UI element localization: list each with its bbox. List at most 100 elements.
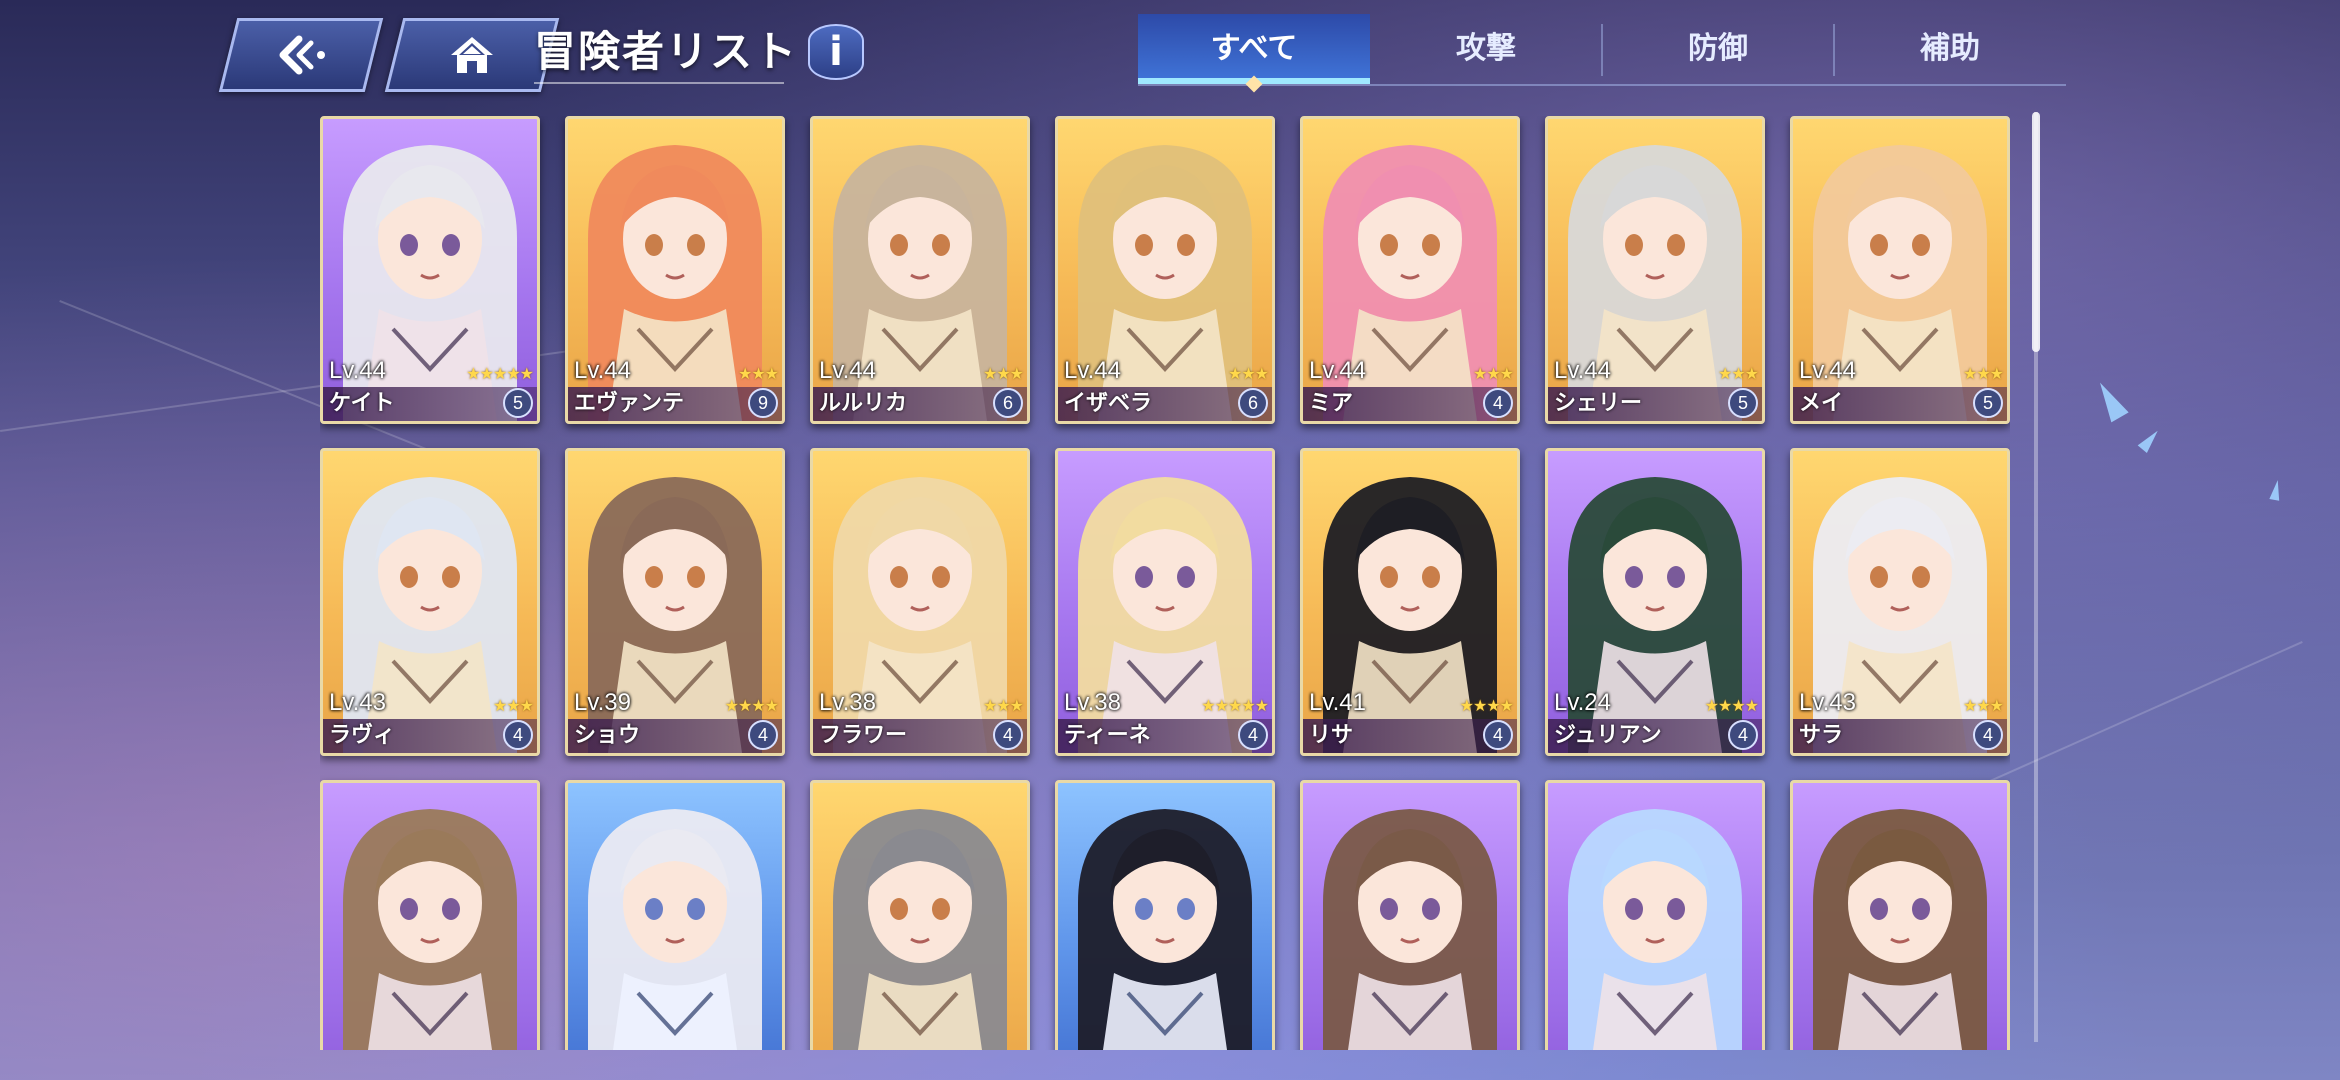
rank-badge: 6 <box>1238 388 1268 418</box>
level-label: Lv.38 <box>819 689 876 716</box>
rank-badge: 5 <box>503 388 533 418</box>
character-portrait <box>1568 809 1742 1050</box>
home-icon <box>451 37 493 73</box>
adventurer-name: シェリー <box>1554 391 1643 416</box>
adventurer-name: ルルリカ <box>819 391 908 416</box>
back-button[interactable] <box>218 18 384 92</box>
adventurer-name: リサ <box>1309 723 1354 748</box>
adventurer-name: ミア <box>1309 391 1354 416</box>
level-label: Lv.41 <box>1309 689 1366 716</box>
rank-badge: 5 <box>1973 388 2003 418</box>
page-title: 冒険者リスト <box>534 27 799 76</box>
active-tab-indicator <box>1245 75 1263 93</box>
rarity-stars-icon: ★★★ <box>1717 364 1759 383</box>
rarity-stars-icon: ★★★★ <box>1704 696 1759 715</box>
adventurer-name: ケイト <box>329 391 395 416</box>
adventurer-card[interactable]: Lv.44 ★★★ ルルリカ 6 <box>810 116 1030 424</box>
level-label: Lv.44 <box>819 357 876 384</box>
adventurer-card[interactable]: Lv.24 ★★★★ ジュリアン 4 <box>1545 448 1765 756</box>
tab-support[interactable]: 補助 <box>1834 14 2066 84</box>
rarity-stars-icon: ★★★★ <box>1459 696 1514 715</box>
rarity-stars-icon: ★★★ <box>982 696 1024 715</box>
back-arrow-icon <box>279 35 325 75</box>
rarity-stars-icon: ★★★ <box>1472 364 1514 383</box>
rank-badge: 4 <box>1483 388 1513 418</box>
adventurer-card[interactable]: Lv.34★★★★★ <box>565 780 785 1050</box>
rank-badge: 9 <box>748 388 778 418</box>
level-label: Lv.39 <box>574 689 631 716</box>
adventurer-card[interactable]: Lv.44 ★★★ メイ 5 <box>1790 116 2010 424</box>
rarity-stars-icon: ★★★ <box>737 364 779 383</box>
level-label: Lv.44 <box>1554 357 1611 384</box>
tab-all[interactable]: すべて <box>1138 14 1370 93</box>
filter-tabs: すべて 攻撃 防御 補助 <box>1138 14 2066 93</box>
rank-badge: 4 <box>1973 720 2003 750</box>
adventurer-grid: Lv.44 ★★★★★ ケイト 5 Lv.44 ★★★ エヴァンテ 9 Lv.44 ★★★ ルルリカ… <box>320 116 2010 1050</box>
rarity-stars-icon: ★★★ <box>1962 696 2004 715</box>
tab-label: 攻撃 <box>1456 31 1516 66</box>
rank-badge: 4 <box>1728 720 1758 750</box>
adventurer-card[interactable]: Lv.26★★ <box>1545 780 1765 1050</box>
adventurer-card[interactable]: Lv.44 ★★★ エヴァンテ 9 <box>565 116 785 424</box>
rarity-stars-icon: ★★★ <box>1962 364 2004 383</box>
adventurer-card[interactable]: Lv.41 ★★★★ リサ 4 <box>1300 448 1520 756</box>
adventurer-card[interactable]: Lv.25★★★★★ <box>1055 780 1275 1050</box>
character-portrait <box>343 809 517 1050</box>
level-label: Lv.43 <box>329 689 386 716</box>
tab-attack[interactable]: 攻撃 <box>1370 14 1602 84</box>
adventurer-name: サラ <box>1799 723 1844 748</box>
rank-badge: 4 <box>503 720 533 750</box>
rank-badge: 4 <box>993 720 1023 750</box>
adventurer-card[interactable]: Lv.39 ★★★★ ショウ 4 <box>565 448 785 756</box>
rank-badge: 4 <box>748 720 778 750</box>
adventurer-card[interactable]: Lv.38 ★★★★★ ティーネ 4 <box>1055 448 1275 756</box>
adventurer-card[interactable]: Lv.20★★★ <box>1790 780 2010 1050</box>
rank-badge: 6 <box>993 388 1023 418</box>
title-underline <box>534 82 784 84</box>
adventurer-name: ジュリアン <box>1554 723 1662 748</box>
character-portrait <box>588 809 762 1050</box>
rarity-stars-icon: ★★★★★ <box>1201 696 1269 715</box>
adventurer-name: イザベラ <box>1064 391 1153 416</box>
crystal-shard-icon <box>2137 426 2163 454</box>
character-portrait <box>1078 809 1252 1050</box>
rarity-stars-icon: ★★★★★ <box>466 364 534 383</box>
adventurer-name: ティーネ <box>1064 723 1151 748</box>
scrollbar-thumb[interactable] <box>2032 112 2040 352</box>
tab-defense[interactable]: 防御 <box>1602 14 1834 84</box>
adventurer-card[interactable]: Lv.44 ★★★ シェリー 5 <box>1545 116 1765 424</box>
adventurer-card[interactable]: Lv.44 ★★★ イザベラ 6 <box>1055 116 1275 424</box>
character-portrait <box>1813 809 1987 1050</box>
adventurer-card[interactable]: Lv.24★★★★ <box>1300 780 1520 1050</box>
rank-badge: 4 <box>1238 720 1268 750</box>
adventurer-name: フラワー <box>819 723 908 748</box>
adventurer-card[interactable]: Lv.44 ★★★ ミア 4 <box>1300 116 1520 424</box>
tab-label: 防御 <box>1688 31 1748 66</box>
rarity-stars-icon: ★★★ <box>982 364 1024 383</box>
adventurer-name: メイ <box>1799 391 1844 416</box>
level-label: Lv.44 <box>1064 357 1121 384</box>
level-label: Lv.44 <box>329 357 386 384</box>
character-portrait <box>1323 809 1497 1050</box>
level-label: Lv.44 <box>574 357 631 384</box>
crystal-shard-icon <box>2091 377 2129 423</box>
info-icon[interactable]: i <box>808 24 864 80</box>
tab-label: 補助 <box>1920 31 1980 66</box>
rank-badge: 5 <box>1728 388 1758 418</box>
level-label: Lv.24 <box>1554 689 1611 716</box>
crystal-shard-icon <box>2269 479 2283 501</box>
level-label: Lv.43 <box>1799 689 1856 716</box>
adventurer-card[interactable]: Lv.44 ★★★★★ ケイト 5 <box>320 116 540 424</box>
adventurer-name: ラヴィ <box>329 723 396 748</box>
rank-badge: 4 <box>1483 720 1513 750</box>
adventurer-card[interactable]: Lv.38 ★★★ フラワー 4 <box>810 448 1030 756</box>
level-label: Lv.44 <box>1309 357 1366 384</box>
character-portrait <box>833 809 1007 1050</box>
rarity-stars-icon: ★★★ <box>1227 364 1269 383</box>
adventurer-card[interactable]: Lv.43 ★★★ ラヴィ 4 <box>320 448 540 756</box>
rarity-stars-icon: ★★★ <box>492 696 534 715</box>
rarity-stars-icon: ★★★★ <box>724 696 779 715</box>
adventurer-card[interactable]: Lv.34★★★★ <box>320 780 540 1050</box>
adventurer-card[interactable]: Lv.42★★★ <box>810 780 1030 1050</box>
adventurer-card[interactable]: Lv.43 ★★★ サラ 4 <box>1790 448 2010 756</box>
